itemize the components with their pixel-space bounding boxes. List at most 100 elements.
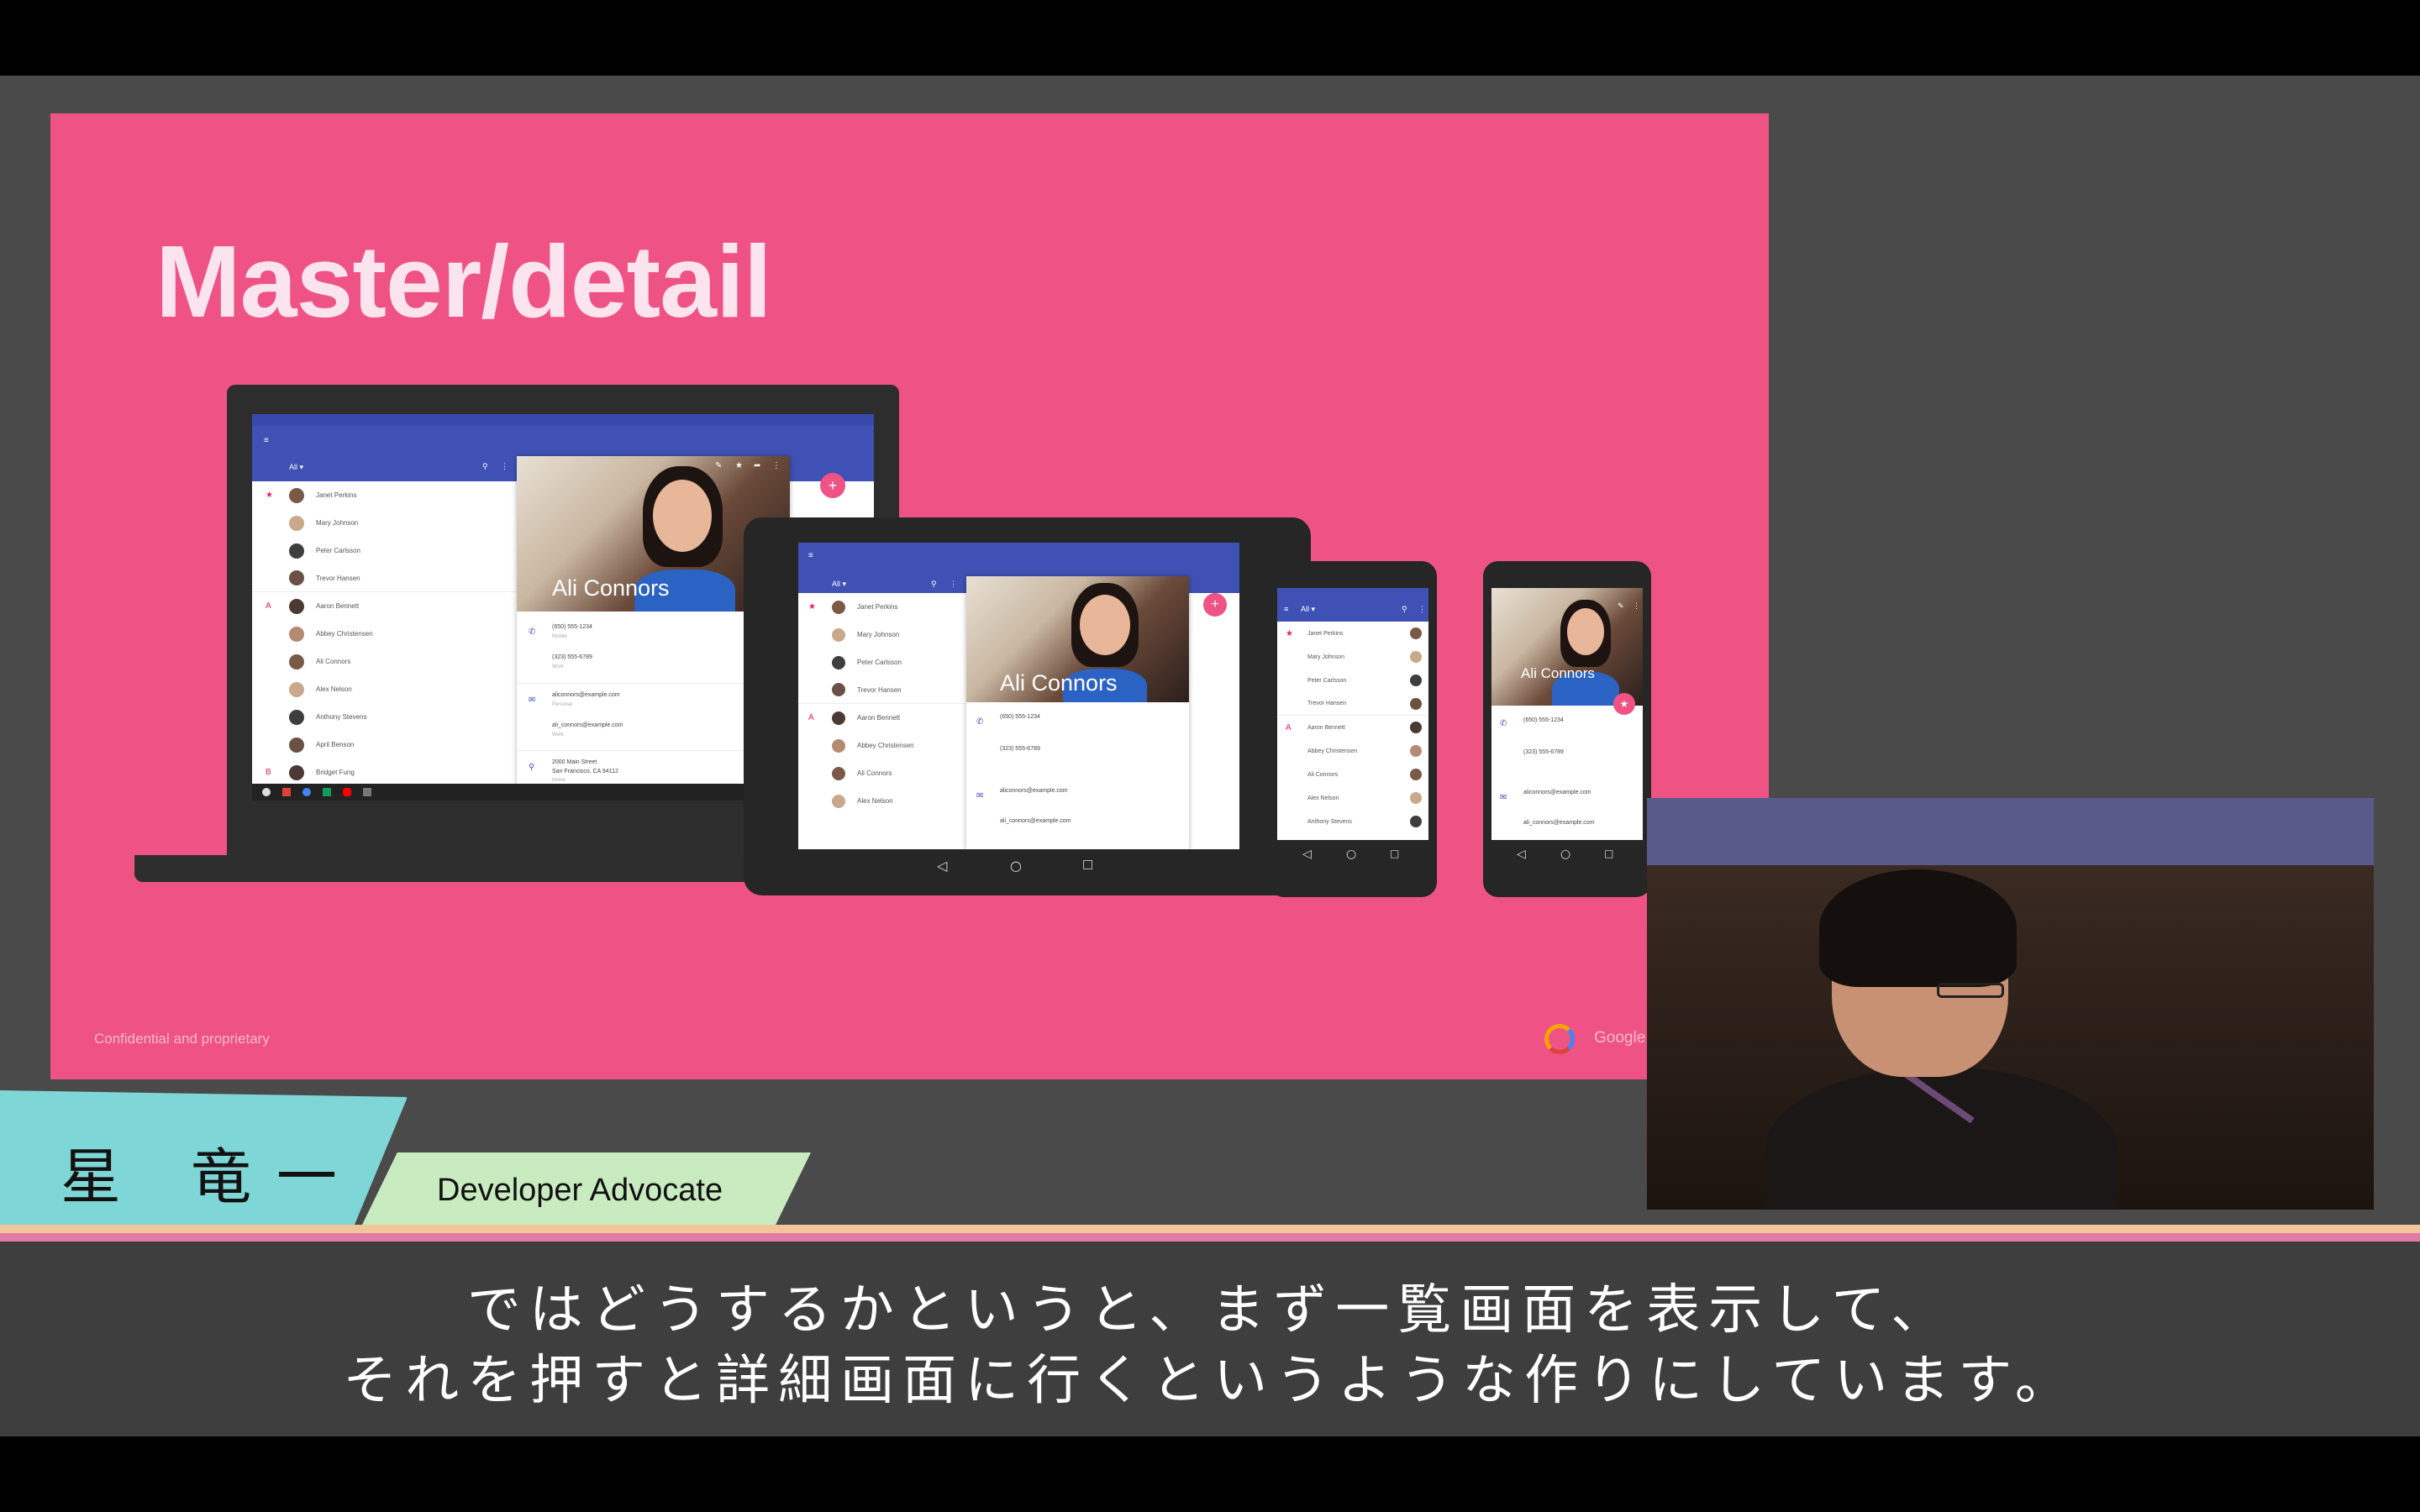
contact-list-item[interactable]: Mary Johnson [1277,645,1428,669]
filter-dropdown[interactable]: All ▾ [832,580,846,589]
avatar [832,627,845,642]
contact-list-item[interactable]: ★ Janet Perkins [252,481,517,509]
email-secondary[interactable]: ali_connors@example.com [552,722,623,728]
phone-primary-type: Mobile [552,634,567,639]
add-icon[interactable]: + [820,473,845,498]
search-icon[interactable]: ⚲ [482,462,488,471]
contact-list-item[interactable]: Peter Carlsson [798,648,966,676]
phone-icon: ✆ [976,717,984,727]
add-icon[interactable]: + [1203,593,1227,617]
avatar [289,654,304,669]
speaker-glasses [1937,983,2004,998]
phone-primary[interactable]: (650) 555-1234 [552,624,592,630]
phone-primary[interactable]: (650) 555-1234 [1523,717,1564,723]
contact-list-item[interactable]: A Aaron Bennett [798,704,966,732]
email-icon: ✉ [529,696,536,705]
phone-detail-device: Ali Connors ✎ ⋮ ★ ✆ (650) 555-1234 (323)… [1483,561,1651,897]
more-icon[interactable]: ⋮ [1633,601,1640,611]
contact-list-item[interactable]: Mary Johnson [252,509,517,537]
back-icon[interactable]: ◁ [937,858,947,874]
contact-list-item[interactable]: April Benson [252,731,517,759]
edit-icon[interactable]: ✎ [715,461,722,470]
contact-list-item[interactable]: Peter Carlsson [1277,669,1428,692]
gmail-icon[interactable] [282,788,291,796]
contact-name: Abbey Christensen [316,630,373,638]
recents-icon[interactable]: □ [1082,858,1093,871]
email-primary[interactable]: aliconnors@example.com [552,692,620,698]
edit-icon[interactable]: ✎ [1618,601,1624,611]
drive-icon[interactable] [323,788,331,796]
home-icon[interactable]: ○ [1346,848,1356,861]
contact-list-item[interactable]: Abbey Christensen [1277,739,1428,763]
contact-list-item[interactable]: Alex Nelson [252,675,517,703]
contact-list-item[interactable]: Trevor Hansen [252,564,517,592]
filter-dropdown[interactable]: All ▾ [1301,605,1315,614]
filter-dropdown[interactable]: All ▾ [289,463,303,472]
contact-list-item[interactable]: B Bridget Fung [252,759,517,786]
email-secondary[interactable]: ali_connors@example.com [1523,820,1595,826]
contact-list-item[interactable]: Trevor Hansen [1277,692,1428,716]
section-letter: B [266,768,271,777]
address-line1[interactable]: 2000 Main Street [552,759,597,765]
phone-secondary[interactable]: (323) 555-6789 [1000,746,1040,752]
email-icon: ✉ [1500,793,1507,802]
more-icon[interactable]: ⋮ [1418,605,1426,614]
presentation-slide: Master/detail ≡ All ▾ ⚲ ⋮ ★ Janet Perkins… [50,113,1769,1079]
speaker-role: Developer Advocate [437,1173,723,1208]
contact-list-item[interactable]: Abbey Christensen [252,620,517,648]
phone-navbar: ◁ ○ □ [1277,843,1428,871]
contact-list-item[interactable]: Anthony Stevens [1277,810,1428,833]
slide-footer-confidential: Confidential and proprietary [94,1031,270,1047]
phone-secondary[interactable]: (323) 555-6789 [1523,749,1564,755]
contact-list-item[interactable]: Ali Connors [798,759,966,787]
youtube-icon[interactable] [343,788,351,796]
contact-list-item[interactable]: A Aaron Bennett [1277,716,1428,739]
contact-list-item[interactable]: Ali Connors [1277,763,1428,786]
star-icon[interactable]: ★ [735,461,743,470]
menu-icon[interactable]: ≡ [264,436,269,445]
home-icon[interactable]: ○ [1010,858,1022,874]
phone-list-screen: ≡ All ▾ ⚲ ⋮ ★ Janet Perkins Mary Johnson Pe… [1277,588,1428,840]
subtitle-line-1: ではどうするかというと、まず一覧画面を表示して、 [466,1279,1954,1341]
email-secondary[interactable]: ali_connors@example.com [1000,818,1071,824]
apps-icon[interactable] [363,788,371,796]
avatar [289,570,304,585]
address-line2[interactable]: San Francisco, CA 94112 [552,769,618,774]
phone-secondary[interactable]: (323) 555-6789 [552,654,592,660]
laptop-topbar [252,414,874,426]
more-icon[interactable]: ⋮ [501,462,508,471]
more-icon[interactable]: ⋮ [950,580,957,589]
contact-list-item[interactable]: Abbey Christensen [798,732,966,759]
contact-list-item[interactable]: Alex Nelson [798,787,966,815]
menu-icon[interactable]: ≡ [808,551,813,560]
contact-list-item[interactable]: A Aaron Bennett [252,592,517,620]
contact-list-item[interactable]: Mary Johnson [798,621,966,648]
contact-list-item[interactable]: Trevor Hansen [798,676,966,704]
back-icon[interactable]: ◁ [1302,848,1312,861]
email-primary[interactable]: aliconnors@example.com [1000,788,1068,794]
contact-list-item[interactable]: Anthony Stevens [252,703,517,731]
contact-list-item[interactable]: ★ Janet Perkins [1277,622,1428,645]
back-icon[interactable]: ◁ [1517,848,1526,861]
chrome-icon[interactable] [262,788,271,796]
more-icon[interactable]: ⋮ [772,461,781,470]
docs-icon[interactable] [302,788,311,796]
recents-icon[interactable]: □ [1390,848,1399,859]
search-icon[interactable]: ⚲ [931,580,937,589]
phone-detail-rows: ✆ (650) 555-1234 (323) 555-6789 ✉ alicon… [1491,712,1643,838]
menu-icon[interactable]: ≡ [1284,605,1288,613]
contact-list-item[interactable]: Ali Connors [252,648,517,675]
contact-list-item[interactable]: Alex Nelson [1277,786,1428,810]
detail-contact-name: Ali Connors [1000,670,1118,696]
email-primary[interactable]: aliconnors@example.com [1523,790,1591,795]
recents-icon[interactable]: □ [1604,848,1613,859]
search-icon[interactable]: ⚲ [1402,605,1407,614]
avatar [832,738,845,753]
home-icon[interactable]: ○ [1560,848,1570,861]
contact-list-item[interactable]: ★ Janet Perkins [798,593,966,621]
phone-primary[interactable]: (650) 555-1234 [1000,714,1040,720]
share-icon[interactable]: ➦ [754,461,760,470]
phone-navbar: ◁ ○ □ [1491,843,1643,871]
section-letter: ★ [266,491,273,500]
contact-list-item[interactable]: Peter Carlsson [252,537,517,564]
